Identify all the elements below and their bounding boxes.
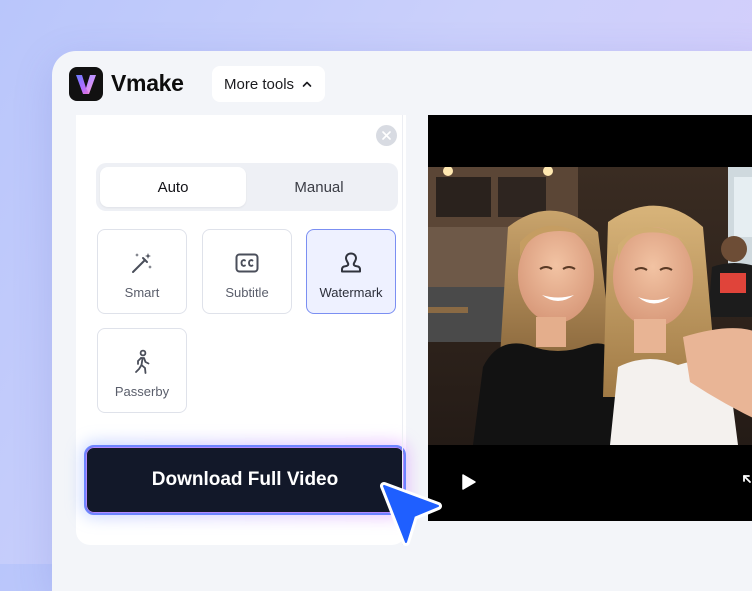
brand-name: Vmake [111,70,184,96]
more-tools-button[interactable]: More tools [212,66,325,102]
play-button[interactable] [458,472,478,497]
logo-glyph [76,75,96,94]
cc-icon [234,250,260,276]
more-tools-label: More tools [224,75,295,93]
tool-smart[interactable]: Smart [97,229,187,314]
stamp-icon [338,250,364,276]
play-icon [462,474,476,490]
close-icon [382,131,391,140]
tool-label-watermark: Watermark [319,285,383,300]
magic-wand-icon [129,250,155,276]
mode-tabs: Auto Manual [96,163,398,211]
tool-label-smart: Smart [124,285,160,300]
download-full-video-button[interactable]: Download Full Video [84,445,406,515]
tab-manual[interactable]: Manual [246,167,392,207]
video-frame [428,167,752,445]
tab-auto[interactable]: Auto [100,167,246,207]
cursor-arrow-icon [378,480,444,555]
selfie-video-thumbnail [428,167,752,445]
vmake-logo[interactable] [69,67,103,101]
close-button[interactable] [376,125,397,146]
expand-icon[interactable] [741,472,752,497]
tool-label-subtitle: Subtitle [225,285,269,300]
tool-passerby[interactable]: Passerby [97,328,187,413]
tool-watermark[interactable]: Watermark [306,229,396,314]
chevron-up-icon [302,81,312,87]
tool-label-passerby: Passerby [114,384,170,399]
walking-person-icon [129,349,155,375]
tool-subtitle[interactable]: Subtitle [202,229,292,314]
video-player[interactable] [428,115,752,521]
remover-panel: Auto Manual Smart Subtitle Watermark Pas… [76,115,408,545]
top-bar: Vmake More tools [52,51,752,115]
